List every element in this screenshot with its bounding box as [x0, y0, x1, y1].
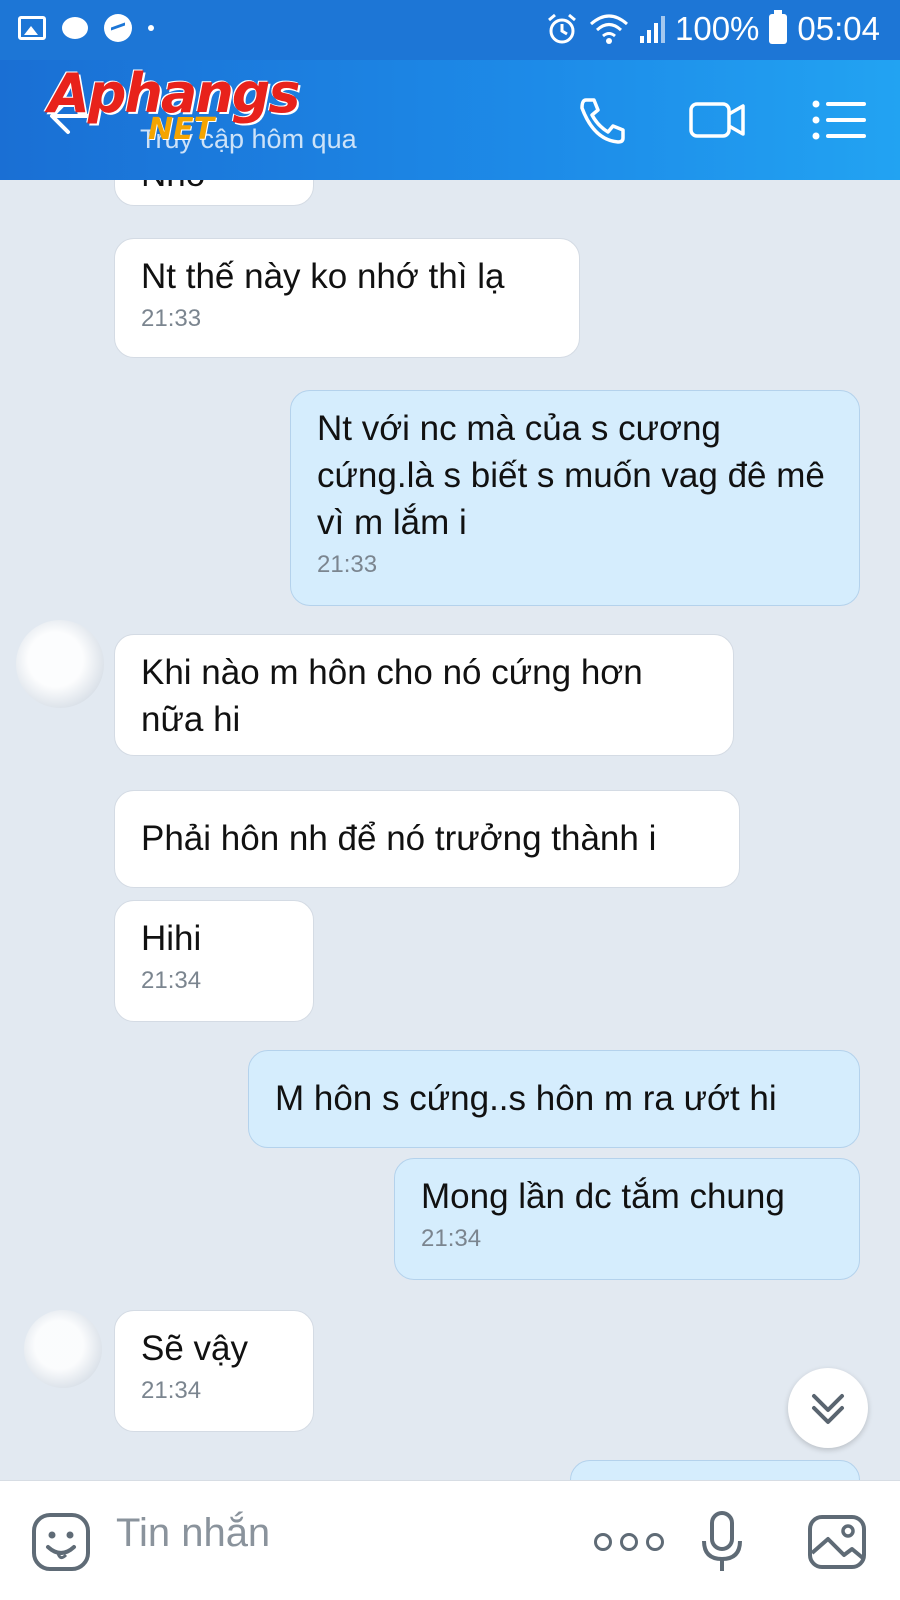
- message-bubble-incoming[interactable]: Phải hôn nh để nó trưởng thành i: [114, 790, 740, 888]
- message-input-bar: Tin nhắn: [0, 1480, 900, 1600]
- message-text: Khi nào m hôn cho nó cứng hơn nữa hi: [141, 653, 643, 739]
- message-text: Nhớ: [141, 180, 209, 194]
- battery-percent: 100%: [675, 10, 760, 47]
- message-text: Mong lần dc tắm chung: [421, 1177, 785, 1216]
- video-call-icon[interactable]: [688, 92, 748, 148]
- wifi-icon: [590, 14, 628, 44]
- message-list[interactable]: Nhớ Nt thế này ko nhớ thì lạ 21:33 Nt vớ…: [0, 180, 900, 1480]
- message-text: Nt thế này ko nhớ thì lạ: [141, 257, 505, 296]
- message-bubble-outgoing[interactable]: Mong lần dc tắm chung 21:34: [394, 1158, 860, 1280]
- notification-icons: [18, 14, 154, 42]
- contact-avatar[interactable]: [24, 1310, 102, 1388]
- message-bubble-outgoing[interactable]: Nt với nc mà của s cương cứng.là s biết …: [290, 390, 860, 606]
- logo-sub-text: NET: [148, 112, 215, 147]
- system-indicators: 100% 05:04: [545, 10, 880, 48]
- microphone-icon[interactable]: [700, 1509, 744, 1575]
- message-bubble-incoming[interactable]: Nhớ: [114, 180, 314, 206]
- messenger-icon: [104, 14, 132, 42]
- message-time: 21:34: [141, 1377, 202, 1404]
- menu-icon[interactable]: [810, 92, 870, 148]
- more-dot: [594, 1533, 612, 1551]
- message-time: 21:34: [421, 1225, 482, 1252]
- double-chevron-down-icon: [812, 1394, 844, 1424]
- message-bubble-outgoing-partial[interactable]: [570, 1460, 860, 1480]
- message-text: Sẽ vậy: [141, 1329, 248, 1368]
- message-text: Nt với nc mà của s cương cứng.là s biết …: [317, 409, 825, 542]
- message-bubble-incoming[interactable]: Hihi 21:34: [114, 900, 314, 1022]
- image-icon[interactable]: [806, 1513, 868, 1571]
- message-text: M hôn s cứng..s hôn m ra ướt hi: [275, 1079, 777, 1118]
- message-bubble-incoming[interactable]: Khi nào m hôn cho nó cứng hơn nữa hi: [114, 634, 734, 756]
- phone-icon[interactable]: [572, 92, 632, 148]
- more-dot: [620, 1533, 638, 1551]
- chat-bubble-icon: [62, 17, 88, 39]
- message-text: Phải hôn nh để nó trưởng thành i: [141, 819, 657, 858]
- message-time: 21:33: [141, 305, 202, 332]
- gallery-icon: [18, 16, 46, 40]
- message-text: Hihi: [141, 919, 202, 958]
- message-input[interactable]: Tin nhắn: [116, 1511, 270, 1556]
- message-time: 21:34: [141, 967, 202, 994]
- chat-header: Aphangs Truy cập hôm qua NET: [0, 60, 900, 180]
- battery-icon: [769, 10, 788, 44]
- dot-icon: [148, 25, 154, 31]
- clock: 05:04: [797, 10, 880, 47]
- alarm-icon: [548, 13, 576, 44]
- message-bubble-incoming[interactable]: Sẽ vậy 21:34: [114, 1310, 314, 1432]
- message-time: 21:33: [317, 551, 378, 578]
- sticker-icon[interactable]: [30, 1511, 92, 1573]
- message-bubble-incoming[interactable]: Nt thế này ko nhớ thì lạ 21:33: [114, 238, 580, 358]
- more-dot: [646, 1533, 664, 1551]
- more-icon[interactable]: [594, 1533, 664, 1551]
- contact-avatar[interactable]: [16, 620, 104, 708]
- signal-icon: [640, 16, 665, 43]
- status-bar: 100% 05:04: [0, 0, 900, 60]
- scroll-to-bottom-button[interactable]: [788, 1368, 868, 1448]
- message-bubble-outgoing[interactable]: M hôn s cứng..s hôn m ra ướt hi: [248, 1050, 860, 1148]
